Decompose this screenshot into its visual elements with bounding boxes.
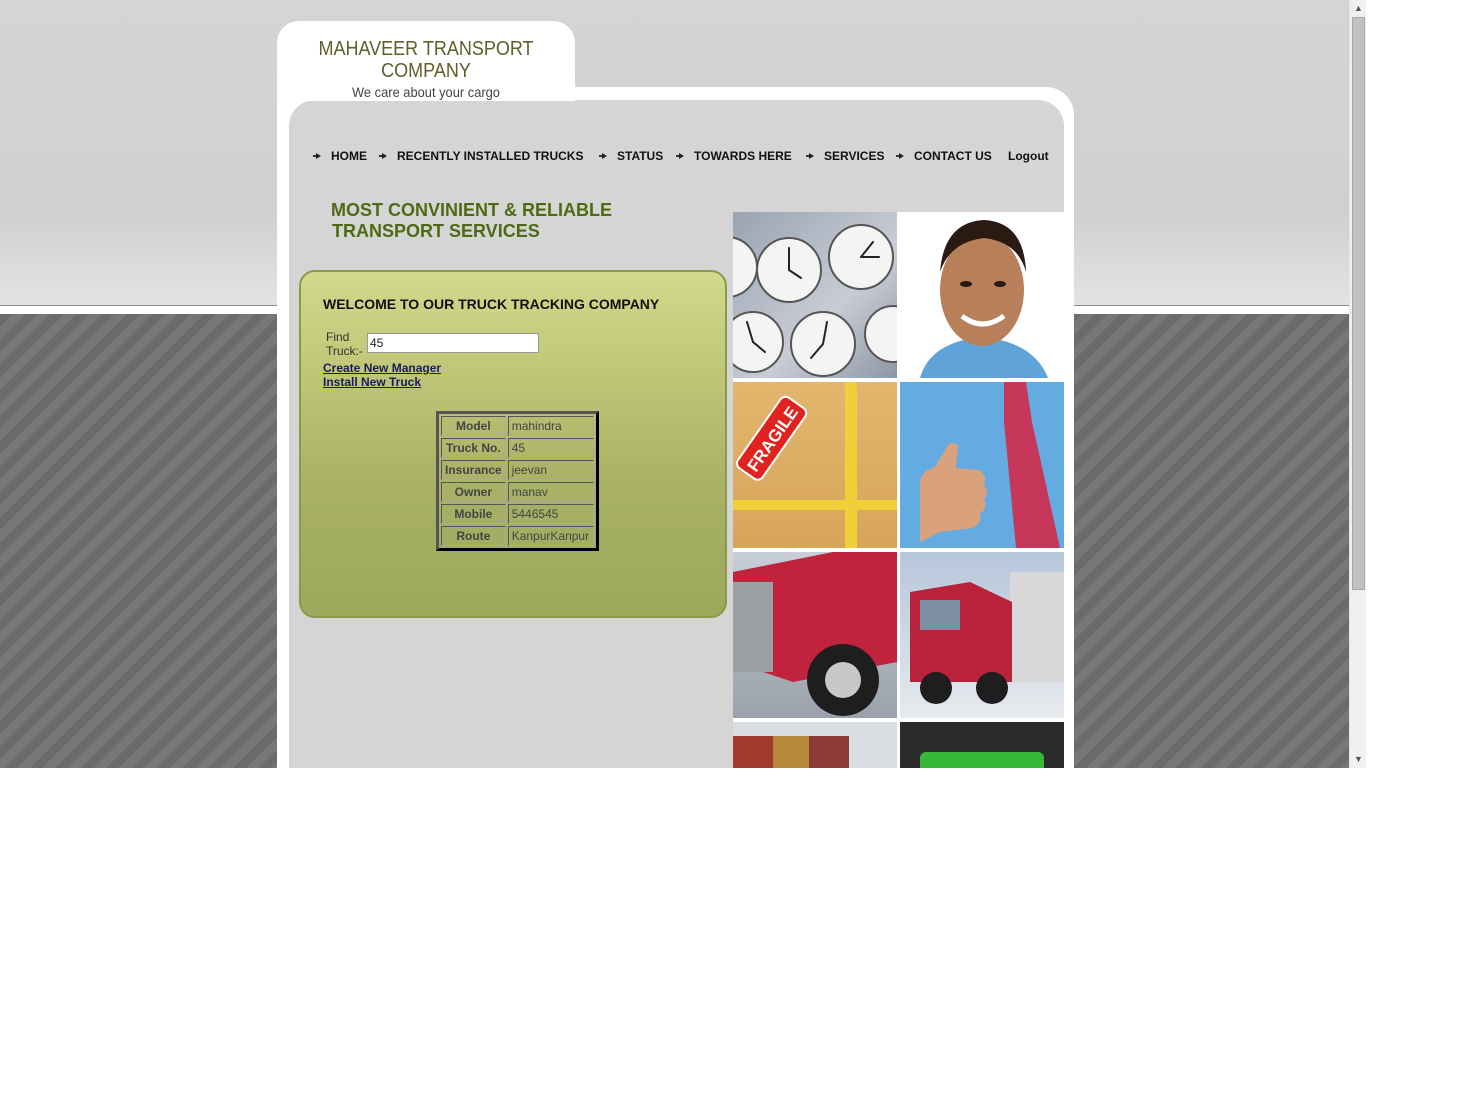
table-row: Owner manav: [441, 482, 594, 502]
detail-value: KanpurKanpur: [507, 526, 594, 546]
nav-recently-installed-trucks[interactable]: RECENTLY INSTALLED TRUCKS: [397, 149, 583, 163]
scroll-up-arrow-icon[interactable]: ▲: [1350, 0, 1366, 17]
company-name-line1: MAHAVEER TRANSPORT: [318, 38, 534, 60]
detail-key: Truck No.: [441, 438, 506, 458]
red-truck-side-photo: [900, 552, 1064, 718]
nav-logout[interactable]: Logout: [1008, 149, 1049, 163]
keyboard-key-icon: [920, 752, 1044, 768]
fragile-box-icon: FRAGILE: [733, 382, 897, 548]
keyboard-photo: [900, 722, 1064, 768]
fragile-box-photo: FRAGILE: [733, 382, 897, 548]
detail-value: mahindra: [507, 416, 594, 436]
red-truck-icon: [910, 572, 1064, 704]
nav-status[interactable]: STATUS: [617, 149, 663, 163]
find-truck-input[interactable]: [367, 333, 539, 353]
detail-value: 45: [507, 438, 594, 458]
thumbs-up-photo: [900, 382, 1064, 548]
vertical-scrollbar[interactable]: ▲ ▼: [1349, 0, 1366, 768]
nav-bullet-icon: [379, 153, 387, 159]
detail-value: jeevan: [507, 460, 594, 480]
find-truck-label-line1: Find: [326, 330, 350, 344]
detail-value: 5446545: [507, 504, 594, 524]
smiling-man-photo: [900, 212, 1064, 378]
detail-key: Route: [441, 526, 506, 546]
nav-services[interactable]: SERVICES: [824, 149, 884, 163]
scrollbar-thumb[interactable]: [1352, 17, 1365, 590]
nav-bullet-icon: [313, 153, 321, 159]
table-row: Mobile 5446545: [441, 504, 594, 524]
company-name-line2: COMPANY: [381, 60, 471, 82]
nav-home[interactable]: HOME: [331, 149, 367, 163]
browser-viewport: MAHAVEER TRANSPORT COMPANY We care about…: [0, 0, 1366, 768]
red-truck-front-photo: [733, 552, 897, 718]
logo-block[interactable]: MAHAVEER TRANSPORT COMPANY We care about…: [277, 21, 575, 101]
detail-key: Insurance: [441, 460, 506, 480]
headline: MOST CONVINIENT & RELIABLE TRANSPORT SER…: [331, 200, 691, 242]
nav-bullet-icon: [676, 153, 684, 159]
nav-bullet-icon: [599, 153, 607, 159]
table-row: Insurance jeevan: [441, 460, 594, 480]
nav-bullet-icon: [896, 153, 904, 159]
truck-details-table: Model mahindra Truck No. 45 Insurance je…: [436, 411, 599, 551]
create-new-manager-link[interactable]: Create New Manager: [323, 361, 441, 375]
welcome-title: WELCOME TO OUR TRUCK TRACKING COMPANY: [323, 296, 660, 312]
containers-photo: [733, 722, 897, 768]
detail-key: Model: [441, 416, 506, 436]
nav-bullet-icon: [806, 153, 814, 159]
install-new-truck-link[interactable]: Install New Truck: [323, 375, 421, 389]
table-row: Model mahindra: [441, 416, 594, 436]
headline-line1: MOST CONVINIENT & RELIABLE: [331, 200, 613, 220]
shipping-containers-icon: [733, 736, 849, 768]
find-truck-label-line2: Truck:-: [326, 344, 363, 358]
find-truck-label: Find Truck:-: [326, 330, 366, 358]
headline-line2: TRANSPORT SERVICES: [332, 221, 540, 241]
company-tagline: We care about your cargo: [352, 84, 500, 100]
table-row: Route KanpurKanpur: [441, 526, 594, 546]
scroll-down-arrow-icon[interactable]: ▼: [1350, 751, 1366, 768]
detail-value: manav: [507, 482, 594, 502]
company-name: MAHAVEER TRANSPORT COMPANY: [292, 38, 560, 82]
thumbs-up-icon: [900, 382, 1064, 548]
welcome-panel: WELCOME TO OUR TRUCK TRACKING COMPANY Fi…: [299, 270, 727, 618]
nav-towards-here[interactable]: TOWARDS HERE: [694, 149, 792, 163]
red-truck-icon: [733, 552, 897, 716]
detail-key: Owner: [441, 482, 506, 502]
photo-grid: FRAGILE: [733, 212, 1064, 768]
table-row: Truck No. 45: [441, 438, 594, 458]
smiling-man-icon: [920, 220, 1048, 378]
wall-clocks-icon: [733, 224, 897, 377]
detail-key: Mobile: [441, 504, 506, 524]
nav-contact-us[interactable]: CONTACT US: [914, 149, 992, 163]
clocks-photo: [733, 212, 897, 378]
